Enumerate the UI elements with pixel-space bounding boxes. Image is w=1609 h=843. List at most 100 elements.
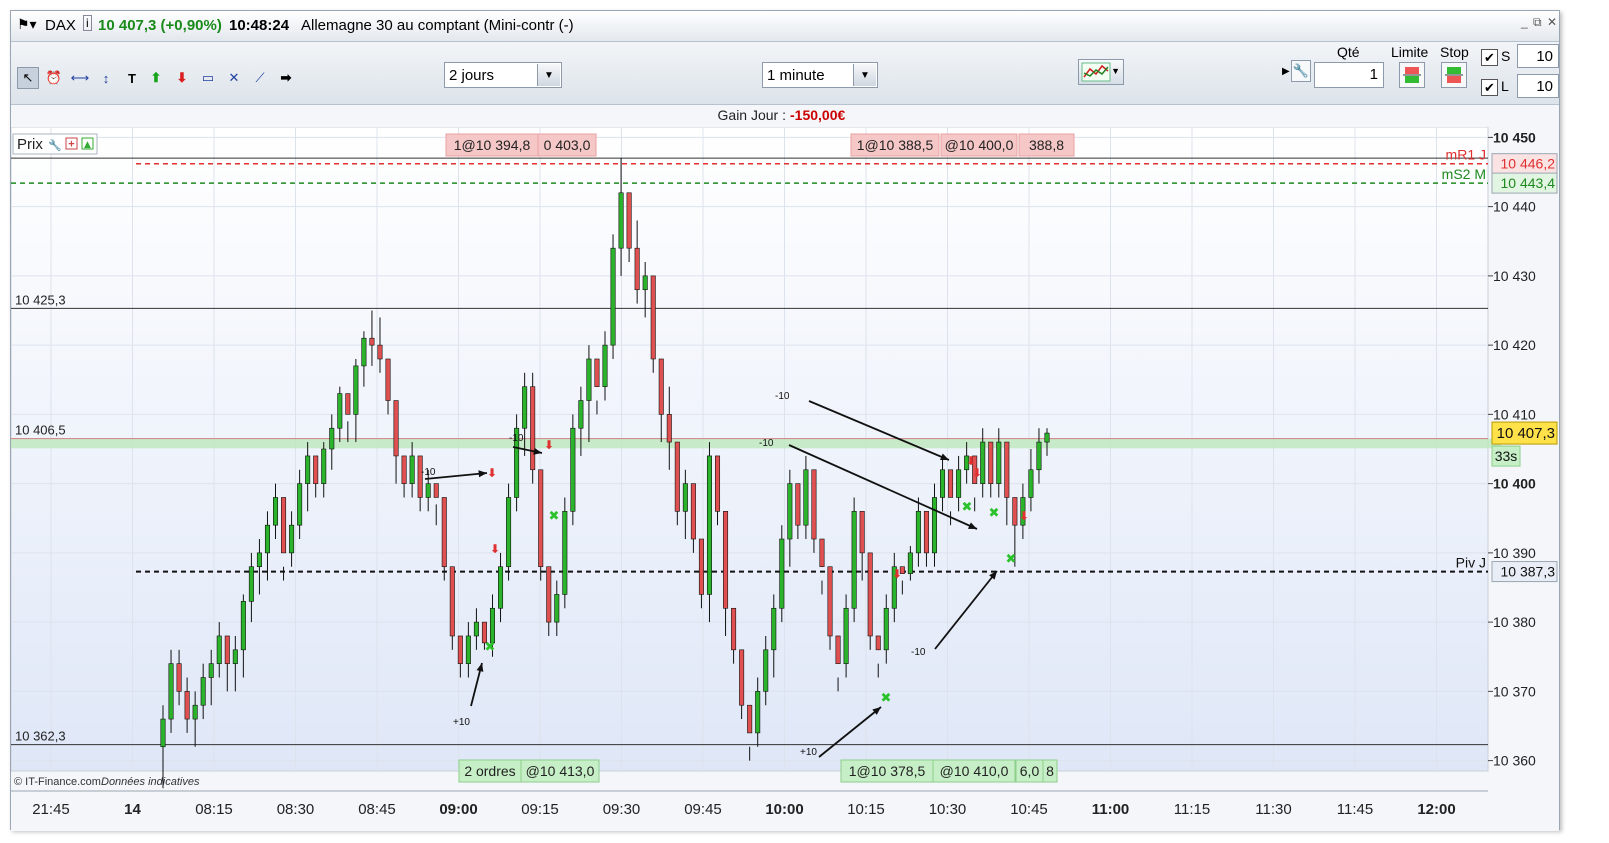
y-tick-label: 10 390 <box>1493 545 1536 561</box>
candle-body <box>168 663 174 720</box>
buy-arrow-icon[interactable]: ⬆ <box>145 67 167 89</box>
candle-body <box>883 607 889 651</box>
candle-body <box>554 594 560 623</box>
trend-cross-icon[interactable]: ✕ <box>223 67 245 89</box>
candle-body <box>321 448 327 484</box>
panel-toggle-icon[interactable]: ▶ <box>1282 66 1290 77</box>
restore-icon[interactable]: ⧉ <box>1533 15 1542 30</box>
candle-body <box>731 607 737 651</box>
qty-input[interactable]: 1 <box>1314 62 1384 88</box>
reference-line-label: 10 425,3 <box>15 292 66 307</box>
candle-body <box>706 455 712 595</box>
window-titlebar: ⚑▾ DAX i 10 407,3 (+0,90%) 10:48:24 Alle… <box>11 11 1559 42</box>
position-tag-bottom-label: 2 ordres <box>464 763 515 779</box>
candle-body <box>184 691 190 720</box>
gain-label: Gain Jour : <box>718 107 786 123</box>
candle-body <box>666 414 672 443</box>
instrument-name[interactable]: DAX <box>45 17 76 34</box>
s-label: S <box>1501 48 1511 64</box>
x-tick-label: 09:00 <box>439 801 477 818</box>
candle-body <box>594 358 600 387</box>
trade-annotation: +10 <box>453 717 470 728</box>
limit-order-button[interactable] <box>1399 62 1425 88</box>
candle-body <box>610 247 616 346</box>
x-tick-label: 11:15 <box>1174 801 1210 818</box>
candle-body <box>546 566 552 623</box>
candle-body <box>353 365 359 415</box>
candle-body <box>441 497 447 568</box>
instrument-icon[interactable]: ⚑▾ <box>17 16 37 33</box>
position-tag-bottom-label: @10 410,0 <box>940 763 1009 779</box>
x-tick-label: 09:15 <box>521 801 559 818</box>
period-select[interactable]: 2 jours ▼ <box>444 62 562 88</box>
arrow-right-icon[interactable]: ➡ <box>275 67 297 89</box>
limit-order-icon <box>1403 67 1421 83</box>
qty-label: Qté <box>1337 44 1360 60</box>
candle-body <box>875 635 881 651</box>
trade-annotation: -10 <box>421 467 436 478</box>
l-input[interactable]: 10 <box>1517 74 1559 98</box>
y-tick-label: 10 400 <box>1493 476 1536 492</box>
minimize-icon[interactable]: _ <box>1521 15 1528 29</box>
candle-body <box>723 511 729 609</box>
candle-body <box>940 469 946 498</box>
sell-arrow-icon[interactable]: ⬇ <box>171 67 193 89</box>
x-tick-label: 09:30 <box>603 801 641 818</box>
candle-body <box>457 635 463 664</box>
pointer-icon[interactable]: ↖ <box>17 67 39 89</box>
level-name: mR1 J <box>1446 147 1486 163</box>
candle-body <box>272 497 279 526</box>
candle-body <box>240 601 246 651</box>
candle-body <box>433 483 439 498</box>
info-icon[interactable]: i <box>83 15 92 31</box>
gain-value: -150,00€ <box>790 107 845 123</box>
level-value: 10 387,3 <box>1501 564 1556 580</box>
alert-bell-icon[interactable]: ⏰ <box>43 67 65 89</box>
s-input[interactable]: 10 <box>1517 44 1559 68</box>
indicators-button[interactable]: ▼ <box>1078 59 1124 85</box>
candle-body <box>208 663 214 678</box>
candle-body <box>779 538 785 609</box>
chevron-down-icon[interactable]: ▼ <box>1111 66 1120 76</box>
buy-execution-icon: ✖ <box>881 691 892 706</box>
rectangle-icon[interactable]: ▭ <box>197 67 219 89</box>
chart-window: ⚑▾ DAX i 10 407,3 (+0,90%) 10:48:24 Alle… <box>10 10 1561 831</box>
last-price: 10 407,3 (+0,90%) <box>98 17 222 34</box>
candle-body <box>498 566 504 609</box>
sell-execution-icon: ⬇ <box>972 466 982 480</box>
candle-body <box>915 511 921 554</box>
close-icon[interactable]: ✕ <box>1547 15 1557 29</box>
l-checkbox[interactable]: ✔ <box>1481 79 1498 96</box>
trend-line-icon[interactable]: ⟋ <box>249 67 271 89</box>
timeframe-select[interactable]: 1 minute ▼ <box>762 62 878 88</box>
candle-body <box>843 607 849 664</box>
candle-body <box>859 511 865 554</box>
chart-area: 10 44710 425,310 406,510 362,3mR1 JmS2 M… <box>11 105 1559 831</box>
text-icon[interactable]: T <box>121 67 143 89</box>
stop-order-icon <box>1445 67 1463 83</box>
candlestick-chart[interactable]: 10 44710 425,310 406,510 362,3mR1 JmS2 M… <box>11 105 1559 831</box>
stop-order-button[interactable] <box>1441 62 1467 88</box>
order-panel: ▶ 🔧 Qté 1 Limite Stop ✔ S 10 ✔ L 10 <box>1281 42 1561 104</box>
candle-body <box>401 455 407 484</box>
candle-body <box>578 400 584 429</box>
horizontal-line-icon[interactable]: ⟷ <box>69 67 91 89</box>
buy-execution-icon: ✖ <box>1006 552 1017 567</box>
settings-wrench-icon[interactable]: 🔧 <box>1291 60 1311 82</box>
timeframe-value: 1 minute <box>767 67 825 84</box>
candle-body <box>658 358 664 415</box>
chevron-down-icon[interactable]: ▼ <box>853 64 876 86</box>
chevron-down-icon[interactable]: ▼ <box>537 64 560 86</box>
candle-body <box>449 566 455 637</box>
candle-body <box>369 337 375 346</box>
candle-body <box>698 538 704 595</box>
x-tick-label: 11:45 <box>1337 801 1373 818</box>
candle-body <box>192 704 198 720</box>
position-tag-bottom-label: @10 413,0 <box>526 763 595 779</box>
level-name: mS2 M <box>1442 166 1486 182</box>
vertical-line-icon[interactable]: ↕ <box>95 67 117 89</box>
buy-execution-icon: ✖ <box>989 506 1000 521</box>
wrench-icon: 🔧 <box>48 138 62 152</box>
s-checkbox[interactable]: ✔ <box>1481 49 1498 66</box>
candle-body <box>538 469 544 568</box>
